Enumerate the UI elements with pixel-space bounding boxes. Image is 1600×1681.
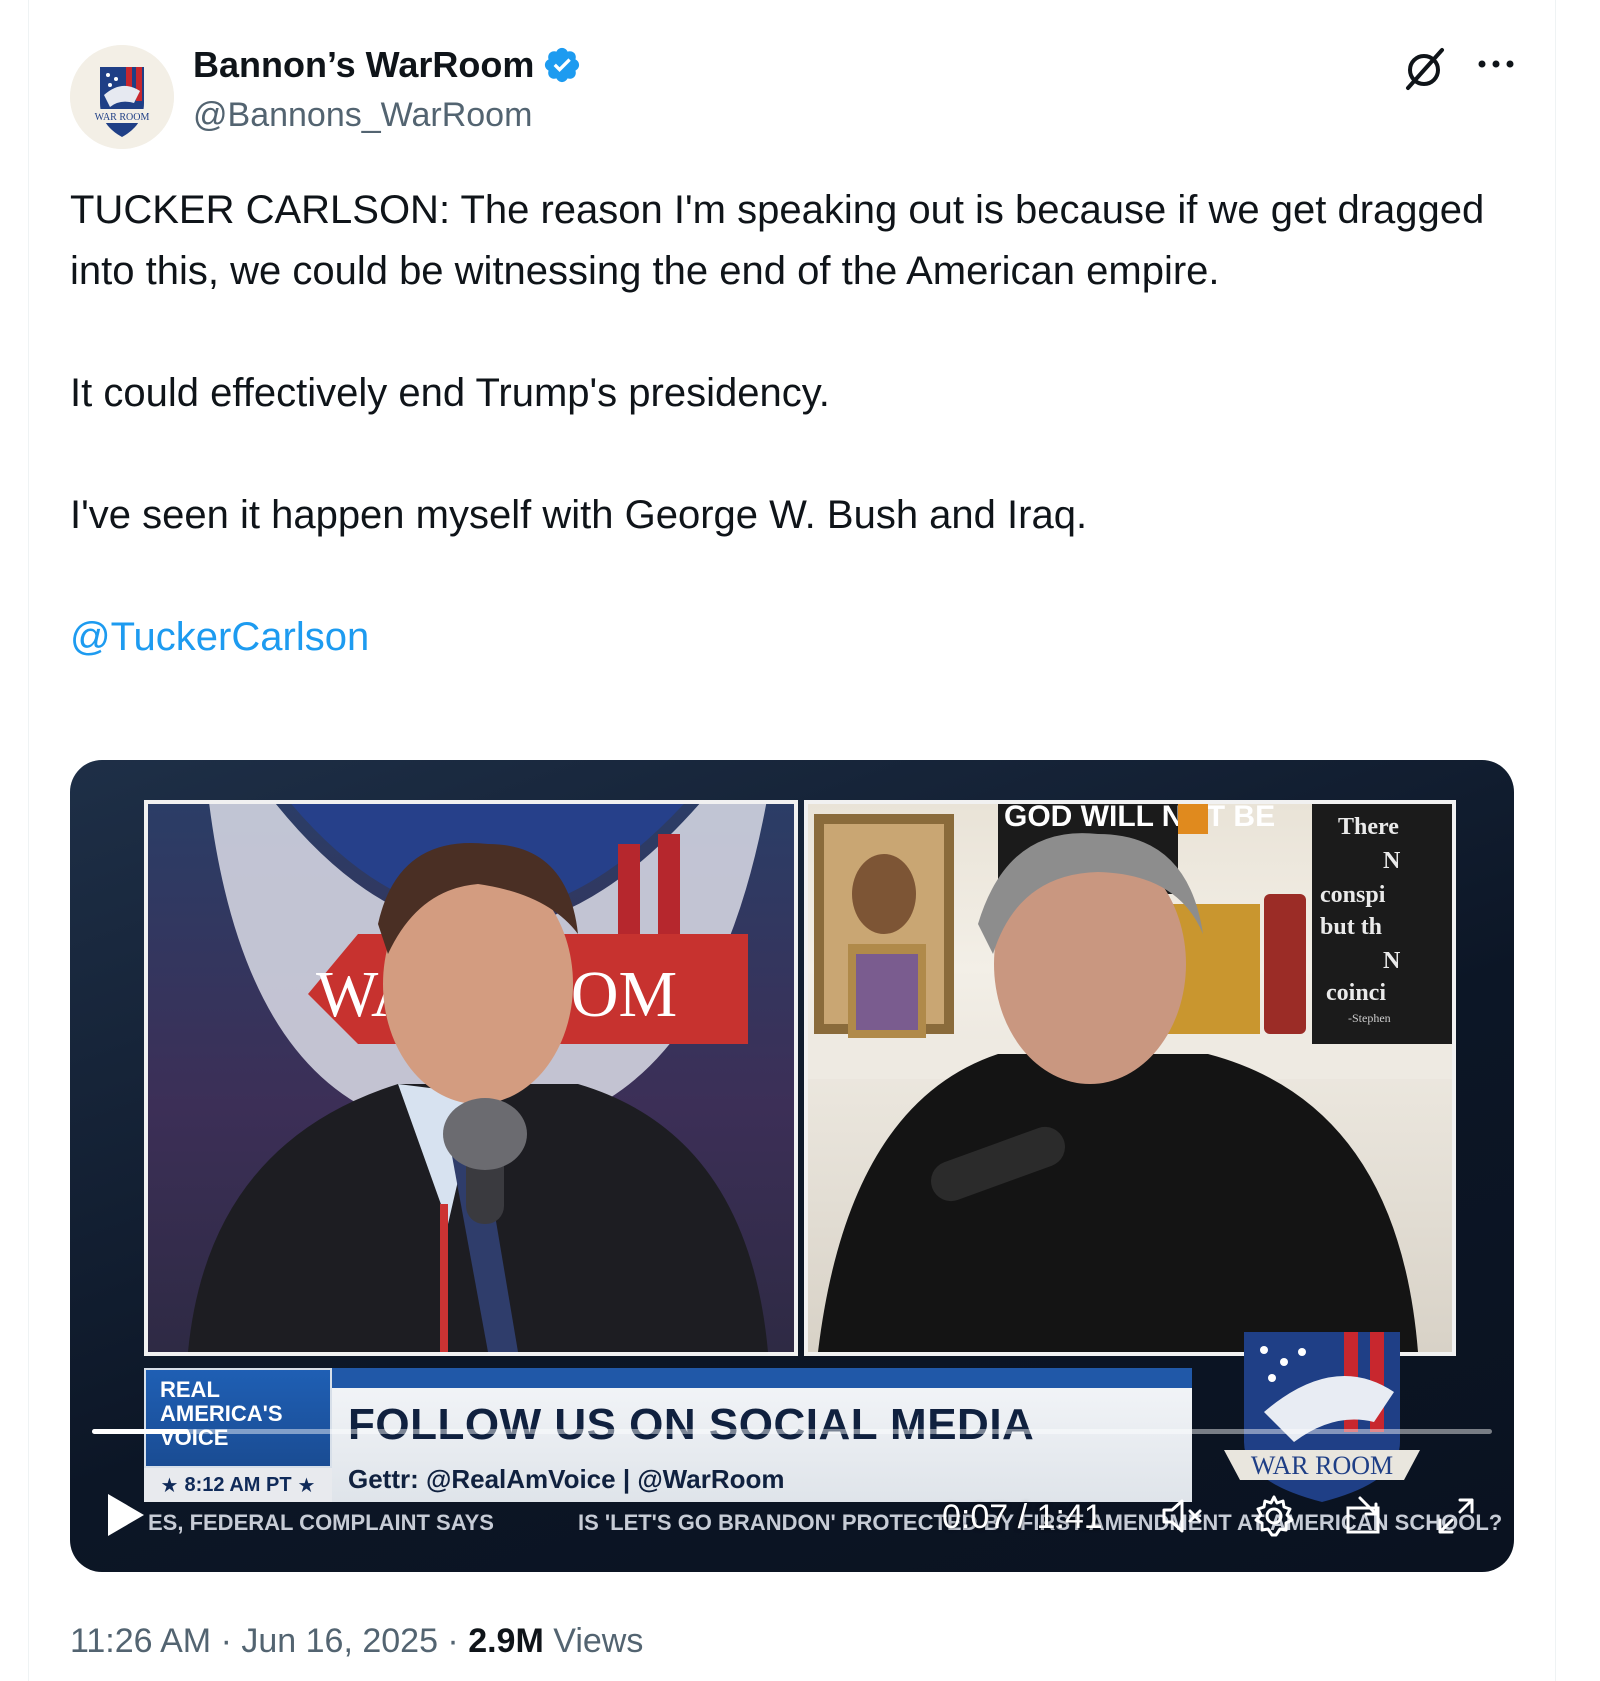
- warroom-logo-icon: WAR ROOM: [70, 45, 174, 149]
- svg-text:There: There: [1338, 814, 1399, 840]
- headline-banner: FOLLOW US ON SOCIAL MEDIA Gettr: @RealAm…: [332, 1368, 1192, 1502]
- tweet-time[interactable]: 11:26 AM: [70, 1622, 211, 1660]
- star-icon: ★: [160, 1474, 179, 1497]
- views-label: Views: [553, 1622, 644, 1660]
- tweet-paragraph: I've seen it happen myself with George W…: [70, 493, 1088, 537]
- svg-text:but th: but th: [1320, 914, 1382, 940]
- fullscreen-icon[interactable]: [1432, 1492, 1480, 1540]
- svg-text:N: N: [1383, 848, 1401, 874]
- picture-in-picture-icon[interactable]: [1340, 1492, 1388, 1540]
- video-progress-fill: [92, 1429, 189, 1434]
- mute-icon[interactable]: [1158, 1492, 1206, 1540]
- broadcast-subline: Gettr: @RealAmVoice | @WarRoom: [348, 1464, 785, 1494]
- grok-icon[interactable]: [1398, 42, 1450, 94]
- author-name-row: Bannon’s WarRoom: [193, 44, 582, 86]
- mention-link[interactable]: @TuckerCarlson: [70, 615, 369, 659]
- broadcast-headline: FOLLOW US ON SOCIAL MEDIA: [348, 1400, 1035, 1449]
- tucker-frame-illustration: WAR ROOM: [188, 804, 768, 1352]
- tweet-date[interactable]: Jun 16, 2025: [241, 1622, 438, 1660]
- tweet-timestamp: 11:26 AM · Jun 16, 2025 · 2.9M Views: [70, 1622, 644, 1660]
- views-count: 2.9M: [468, 1622, 544, 1660]
- svg-text:-Stephen: -Stephen: [1348, 1011, 1391, 1025]
- video-player[interactable]: WAR ROOM GOD WILL NOT BE There: [70, 760, 1514, 1572]
- settings-gear-icon[interactable]: [1250, 1492, 1298, 1540]
- more-options-icon[interactable]: [1470, 42, 1522, 82]
- warroom-eagle-logo: WAR ROOM: [1224, 1332, 1420, 1502]
- svg-text:WAR ROOM: WAR ROOM: [95, 112, 150, 123]
- network-logo: REAL AMERICA'S VOICE: [144, 1368, 332, 1468]
- author-display-name[interactable]: Bannon’s WarRoom: [193, 44, 534, 86]
- video-time: 0:07 / 1:41: [942, 1498, 1103, 1536]
- tweet-paragraph: TUCKER CARLSON: The reason I'm speaking …: [70, 188, 1485, 293]
- svg-text:WAR ROOM: WAR ROOM: [1251, 1451, 1393, 1480]
- video-progress-bar[interactable]: [92, 1429, 1492, 1434]
- verified-badge-icon[interactable]: [542, 45, 582, 85]
- video-left-panel: WAR ROOM: [144, 800, 798, 1356]
- tweet-text: TUCKER CARLSON: The reason I'm speaking …: [70, 180, 1490, 668]
- svg-text:coinci: coinci: [1326, 980, 1386, 1006]
- svg-text:N: N: [1383, 948, 1401, 974]
- play-icon[interactable]: [104, 1490, 148, 1540]
- tweet-paragraph: It could effectively end Trump's preside…: [70, 371, 830, 415]
- star-icon: ★: [297, 1474, 316, 1497]
- video-right-panel: GOD WILL NOT BE There N conspi but th N …: [804, 800, 1456, 1356]
- svg-text:GOD WILL NOT BE: GOD WILL NOT BE: [1004, 804, 1275, 833]
- author-avatar[interactable]: WAR ROOM: [70, 45, 174, 149]
- author-handle[interactable]: @Bannons_WarRoom: [193, 96, 532, 135]
- broadcast-lower-third: REAL AMERICA'S VOICE ★ 8:12 AM PT ★ FOLL…: [144, 1332, 1456, 1502]
- bannon-frame-illustration: GOD WILL NOT BE There N conspi but th N …: [808, 804, 1452, 1352]
- svg-text:conspi: conspi: [1320, 882, 1386, 908]
- broadcast-time: ★ 8:12 AM PT ★: [144, 1468, 332, 1502]
